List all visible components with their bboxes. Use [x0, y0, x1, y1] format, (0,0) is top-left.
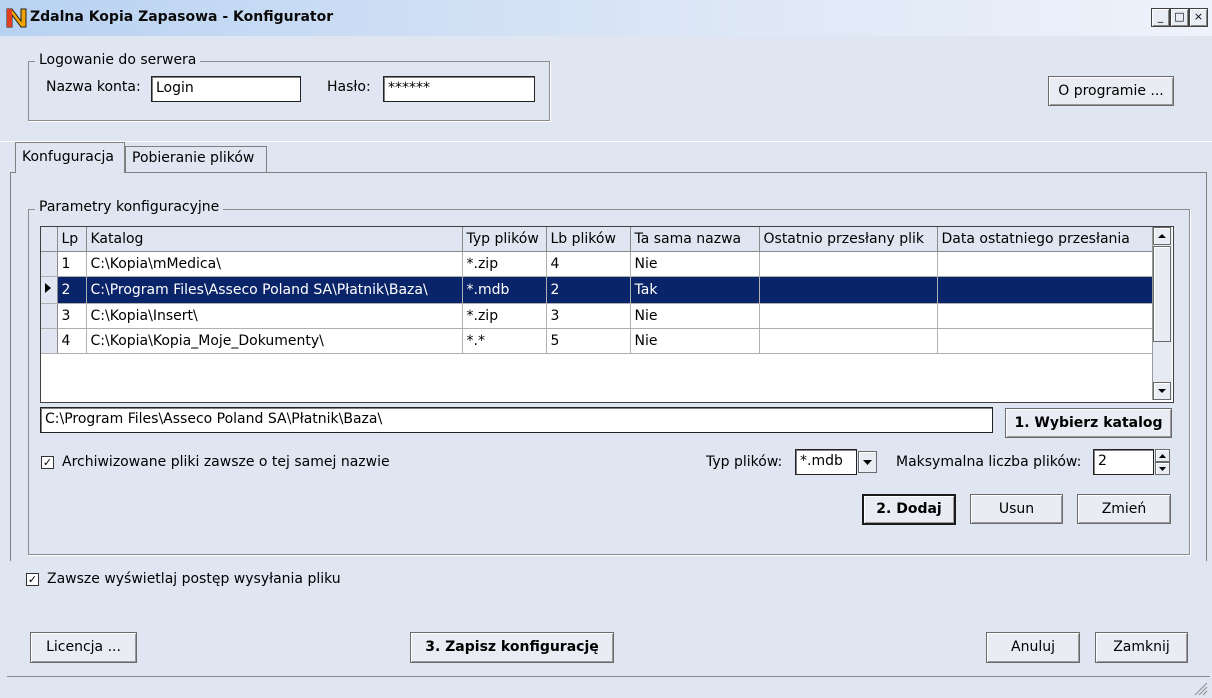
row-pointer-icon [45, 283, 51, 293]
col-header-ostatni[interactable]: Ostatnio przesłany plik [759, 227, 938, 252]
about-button[interactable]: O programie ... [1048, 76, 1174, 106]
save-config-button[interactable]: 3. Zapisz konfigurację [410, 632, 614, 663]
panel-right-edge [1206, 172, 1207, 561]
config-group-label: Parametry konfiguracyjne [35, 199, 224, 215]
choose-directory-button[interactable]: 1. Wybierz katalog [1005, 408, 1172, 438]
cell-nazwa: Nie [630, 303, 760, 329]
spin-down-icon [1159, 467, 1166, 471]
account-input[interactable]: Login [151, 76, 301, 102]
chevron-down-icon [863, 460, 872, 465]
cell-katalog: C:\Kopia\Kopia_Moje_Dokumenty\ [86, 328, 463, 354]
cell-katalog: C:\Kopia\Insert\ [86, 303, 463, 329]
col-header-lb[interactable]: Lb plików [546, 227, 631, 252]
table-row[interactable]: 4 C:\Kopia\Kopia_Moje_Dokumenty\ *.* 5 N… [41, 328, 1154, 354]
table-row-selected[interactable]: 2 C:\Program Files\Asseco Poland SA\Płat… [41, 276, 1154, 304]
password-input[interactable]: ****** [383, 76, 535, 102]
remove-button[interactable]: Usun [970, 494, 1063, 524]
cell-data [937, 276, 1154, 304]
resize-grip-icon[interactable] [1192, 680, 1208, 696]
panel-left-edge [10, 172, 11, 561]
col-header-lp[interactable]: Lp [57, 227, 87, 252]
cell-nazwa: Tak [630, 276, 760, 304]
maximize-button[interactable]: □ [1170, 8, 1189, 27]
add-button[interactable]: 2. Dodaj [862, 494, 956, 525]
filetype-label: Typ plików: [706, 454, 783, 470]
cell-ostatni [759, 276, 938, 304]
cell-ostatni [759, 303, 938, 329]
row-indicator [41, 251, 58, 277]
tab-pobieranie[interactable]: Pobieranie plików [125, 146, 267, 173]
tab-panel-top [10, 172, 1207, 173]
cell-lb: 3 [546, 303, 631, 329]
license-button[interactable]: Licencja ... [30, 632, 137, 663]
max-files-input[interactable]: 2 [1093, 449, 1154, 475]
close-window-button[interactable]: × [1189, 8, 1208, 27]
config-grid[interactable]: Lp Katalog Typ plików Lb plików Ta sama … [40, 226, 1174, 403]
scroll-up-button[interactable] [1153, 227, 1171, 245]
row-indicator-current [41, 276, 58, 304]
cell-nazwa: Nie [630, 251, 760, 277]
cancel-button[interactable]: Anuluj [986, 632, 1080, 663]
cell-data [937, 303, 1154, 329]
scroll-thumb[interactable] [1153, 246, 1171, 342]
cell-typ: *.zip [462, 251, 547, 277]
status-bar [7, 676, 1210, 698]
cell-nazwa: Nie [630, 328, 760, 354]
account-label: Nazwa konta: [46, 79, 141, 95]
same-name-label: Archiwizowane pliki zawsze o tej samej n… [62, 454, 390, 470]
cell-typ: *.mdb [462, 276, 547, 304]
col-header-nazwa[interactable]: Ta sama nazwa [630, 227, 760, 252]
table-row[interactable]: 3 C:\Kopia\Insert\ *.zip 3 Nie [41, 303, 1154, 329]
max-files-label: Maksymalna liczba plików: [896, 454, 1082, 470]
cell-ostatni [759, 328, 938, 354]
cell-katalog: C:\Kopia\mMedica\ [86, 251, 463, 277]
cell-ostatni [759, 251, 938, 277]
same-name-checkbox[interactable]: ✓ [41, 456, 54, 469]
path-input[interactable]: C:\Program Files\Asseco Poland SA\Płatni… [40, 407, 993, 433]
grid-header-indicator [41, 227, 58, 252]
cell-lp: 2 [57, 276, 87, 304]
col-header-data[interactable]: Data ostatniego przesłania [937, 227, 1154, 252]
filetype-dropdown-button[interactable] [858, 451, 877, 473]
row-indicator [41, 328, 58, 354]
cell-typ: *.* [462, 328, 547, 354]
spin-down-button[interactable] [1155, 462, 1170, 475]
grid-header-row: Lp Katalog Typ plików Lb plików Ta sama … [41, 227, 1154, 252]
arrow-down-icon [1158, 389, 1166, 393]
filetype-select[interactable]: *.mdb [795, 449, 857, 475]
tab-konfiguracja[interactable]: Konfuguracja [15, 142, 125, 173]
spin-up-button[interactable] [1155, 449, 1170, 462]
login-group-label: Logowanie do serwera [35, 52, 201, 68]
cell-lp: 3 [57, 303, 87, 329]
cell-lb: 2 [546, 276, 631, 304]
scroll-down-button[interactable] [1153, 382, 1171, 400]
row-indicator [41, 303, 58, 329]
arrow-up-icon [1158, 234, 1166, 238]
minimize-button[interactable]: _ [1151, 8, 1170, 27]
spin-up-icon [1159, 454, 1166, 458]
col-header-typ[interactable]: Typ plików [462, 227, 547, 252]
cell-data [937, 251, 1154, 277]
window-title: Zdalna Kopia Zapasowa - Konfigurator [30, 9, 334, 25]
cell-lb: 5 [546, 328, 631, 354]
cell-lp: 1 [57, 251, 87, 277]
cell-data [937, 328, 1154, 354]
progress-checkbox[interactable]: ✓ [26, 573, 39, 586]
cell-typ: *.zip [462, 303, 547, 329]
cell-katalog: C:\Program Files\Asseco Poland SA\Płatni… [86, 276, 463, 304]
password-label: Hasło: [327, 79, 371, 95]
close-button[interactable]: Zamknij [1095, 632, 1188, 663]
change-button[interactable]: Zmień [1077, 494, 1171, 524]
col-header-katalog[interactable]: Katalog [86, 227, 463, 252]
table-row[interactable]: 1 C:\Kopia\mMedica\ *.zip 4 Nie [41, 251, 1154, 277]
cell-lp: 4 [57, 328, 87, 354]
progress-label: Zawsze wyświetlaj postęp wysyłania pliku [47, 571, 341, 587]
cell-lb: 4 [546, 251, 631, 277]
tab-strip-line [0, 141, 1212, 142]
app-logo-icon [6, 8, 27, 28]
